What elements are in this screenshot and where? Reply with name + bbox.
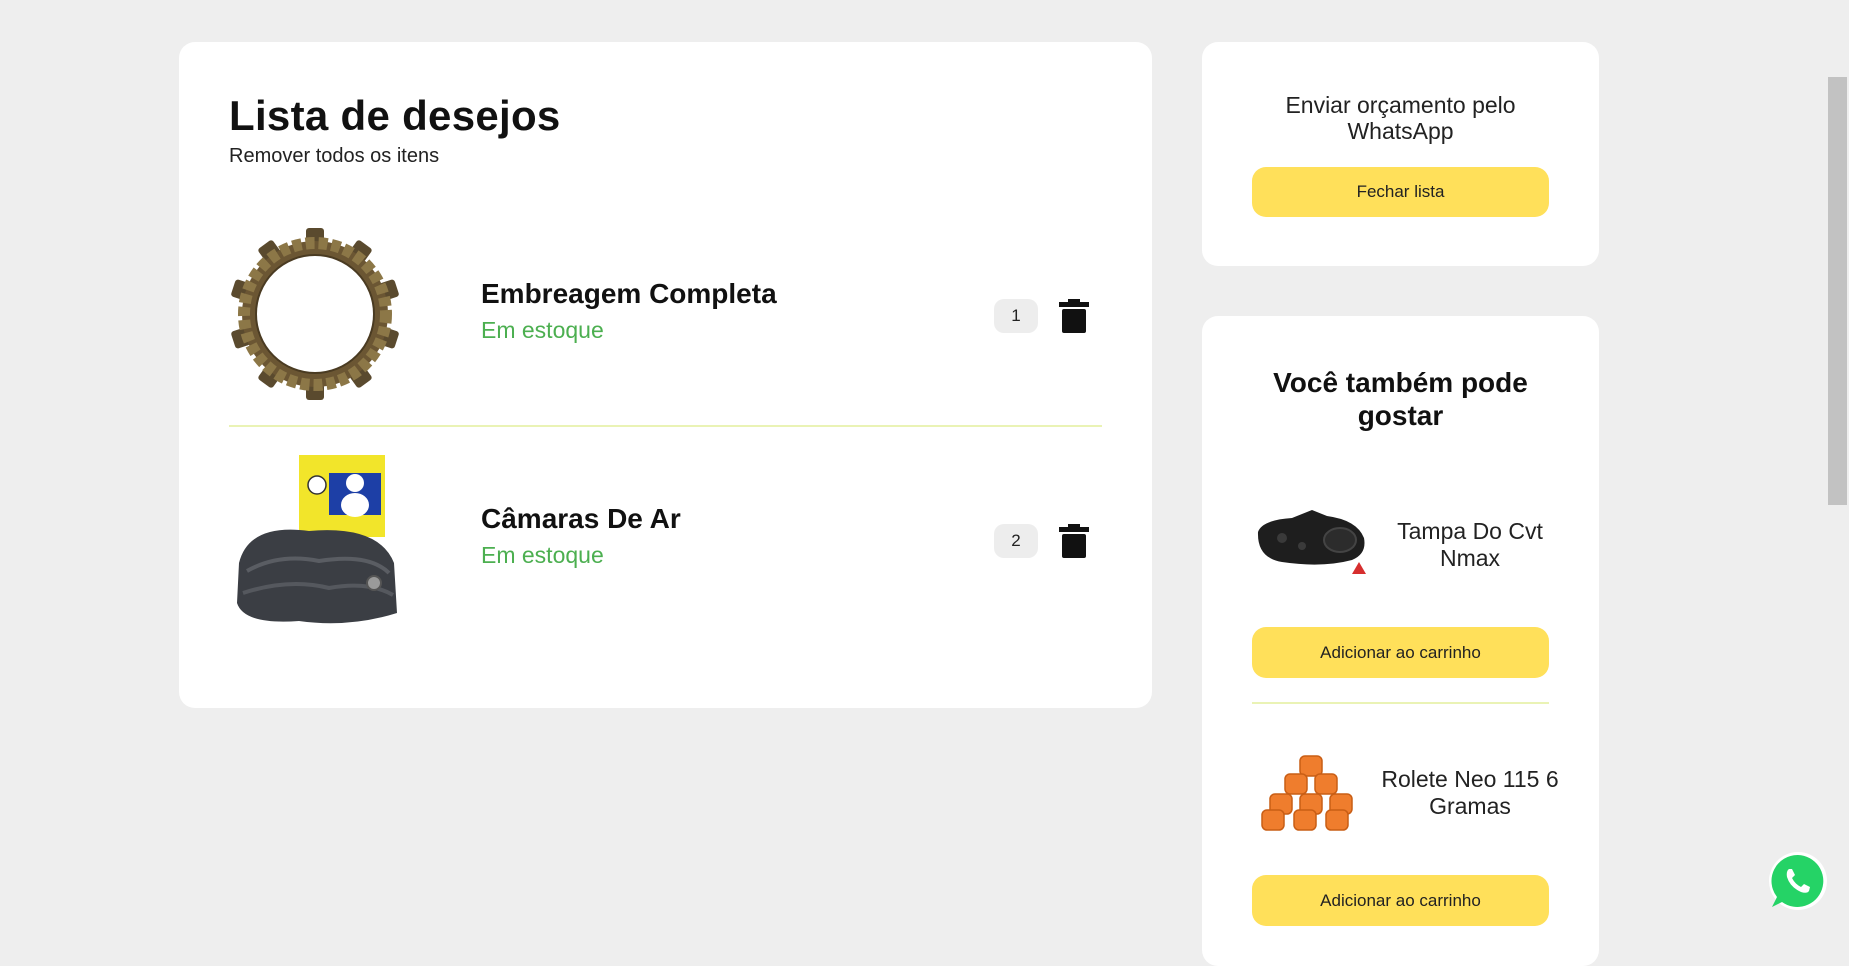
whatsapp-quote-text: Enviar orçamento pelo WhatsApp: [1285, 92, 1516, 144]
scrollbar-thumb[interactable]: [1828, 77, 1847, 505]
quantity-badge[interactable]: 2: [994, 524, 1038, 558]
suggestion-name[interactable]: Rolete Neo 115 6 Gramas: [1380, 766, 1560, 820]
add-to-cart-button[interactable]: Adicionar ao carrinho: [1252, 627, 1549, 678]
rollers-image[interactable]: [1252, 752, 1370, 832]
wishlist-item: Câmaras De Ar Em estoque 2: [229, 453, 1102, 625]
trash-icon[interactable]: [1059, 299, 1089, 333]
item-name[interactable]: Embreagem Completa: [481, 278, 777, 310]
suggestion-name[interactable]: Tampa Do Cvt Nmax: [1380, 518, 1560, 572]
wishlist-card: Lista de desejos Remover todos os itens: [179, 42, 1152, 708]
stock-status: Em estoque: [481, 317, 604, 343]
inner-tube-image[interactable]: [229, 453, 401, 625]
suggestions-card: Você também pode gostar Tampa Do Cvt Nma…: [1202, 316, 1599, 966]
cvt-cover-image[interactable]: [1252, 502, 1370, 582]
whatsapp-icon[interactable]: [1768, 851, 1828, 911]
item-divider: [229, 425, 1102, 427]
close-list-button[interactable]: Fechar lista: [1252, 167, 1549, 217]
whatsapp-quote-card: Enviar orçamento pelo WhatsApp Fechar li…: [1202, 42, 1599, 266]
add-to-cart-button[interactable]: Adicionar ao carrinho: [1252, 875, 1549, 926]
suggestion-divider: [1252, 702, 1549, 704]
remove-all-link[interactable]: Remover todos os itens: [229, 145, 439, 168]
quantity-badge[interactable]: 1: [994, 299, 1038, 333]
wishlist-item: Embreagem Completa Em estoque 1: [229, 228, 1102, 400]
trash-icon[interactable]: [1059, 524, 1089, 558]
stock-status: Em estoque: [481, 542, 604, 568]
clutch-plate-image[interactable]: [229, 228, 401, 400]
suggestions-title: Você também pode gostar: [1273, 367, 1528, 431]
item-name[interactable]: Câmaras De Ar: [481, 503, 681, 535]
page-title: Lista de desejos: [229, 92, 561, 139]
